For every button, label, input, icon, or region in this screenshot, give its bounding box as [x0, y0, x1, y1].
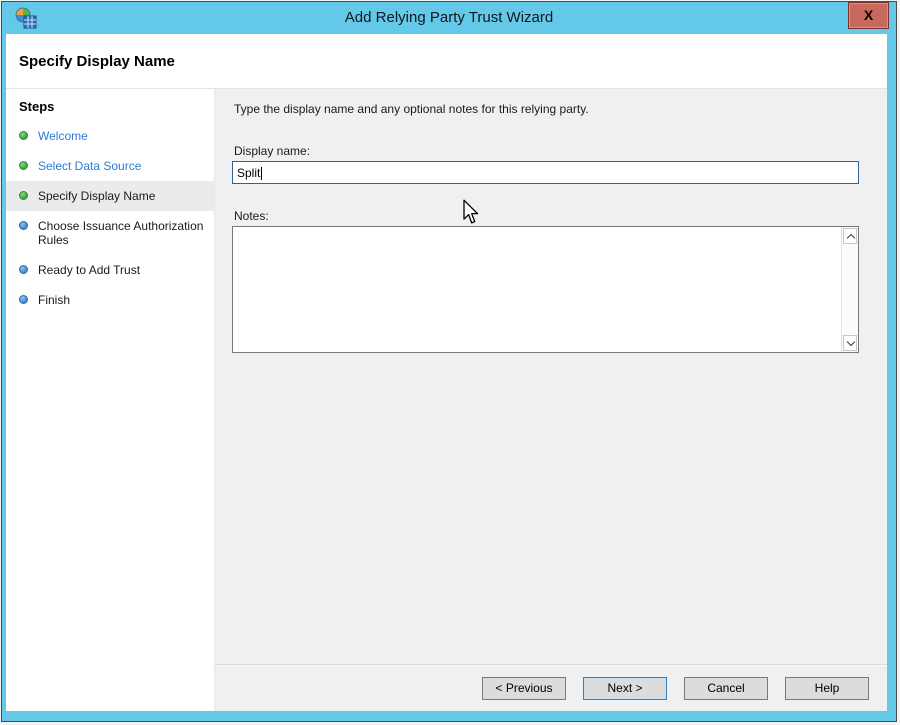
chevron-down-icon [847, 338, 855, 346]
main-panel: Type the display name and any optional n… [215, 89, 887, 711]
help-button[interactable]: Help [785, 677, 869, 700]
steps-sidebar: Steps Welcome Select Data Source Specify… [6, 89, 215, 711]
step-status-icon [19, 131, 28, 140]
wizard-window: Add Relying Party Trust Wizard X Specify… [1, 1, 897, 722]
display-name-value: Split [237, 166, 260, 180]
scroll-down-button[interactable] [843, 335, 857, 351]
notes-scrollbar[interactable] [841, 227, 858, 352]
step-item-finish: Finish [6, 285, 214, 315]
step-item-choose-issuance-authorization-rules: Choose Issuance Authorization Rules [6, 211, 214, 255]
step-status-icon [19, 265, 28, 274]
close-icon: X [864, 7, 873, 23]
page-header: Specify Display Name [6, 34, 887, 89]
footer-divider [215, 664, 887, 666]
display-name-input[interactable]: Split [232, 161, 859, 184]
step-item-ready-to-add-trust: Ready to Add Trust [6, 255, 214, 285]
footer-buttons: < Previous Next > Cancel Help [482, 677, 869, 700]
window-title: Add Relying Party Trust Wizard [2, 9, 896, 26]
previous-button[interactable]: < Previous [482, 677, 566, 700]
scroll-up-button[interactable] [843, 228, 857, 244]
chevron-up-icon [847, 234, 855, 242]
text-caret [261, 167, 262, 180]
steps-list: Welcome Select Data Source Specify Displ… [6, 121, 214, 315]
step-item-select-data-source[interactable]: Select Data Source [6, 151, 214, 181]
close-button[interactable]: X [848, 2, 889, 29]
dialog-body: Specify Display Name Steps Welcome Selec… [6, 34, 887, 711]
intro-text: Type the display name and any optional n… [234, 102, 589, 116]
mouse-cursor-icon [462, 199, 479, 225]
step-status-icon [19, 191, 28, 200]
next-button[interactable]: Next > [583, 677, 667, 700]
step-status-icon [19, 295, 28, 304]
step-item-specify-display-name: Specify Display Name [6, 181, 214, 211]
display-name-label: Display name: [234, 144, 310, 158]
notes-label: Notes: [234, 209, 269, 223]
steps-heading: Steps [19, 99, 214, 114]
notes-textarea[interactable] [232, 226, 859, 353]
step-status-icon [19, 161, 28, 170]
step-status-icon [19, 221, 28, 230]
title-bar[interactable]: Add Relying Party Trust Wizard X [2, 2, 896, 34]
cancel-button[interactable]: Cancel [684, 677, 768, 700]
page-title: Specify Display Name [6, 34, 887, 70]
step-item-welcome[interactable]: Welcome [6, 121, 214, 151]
